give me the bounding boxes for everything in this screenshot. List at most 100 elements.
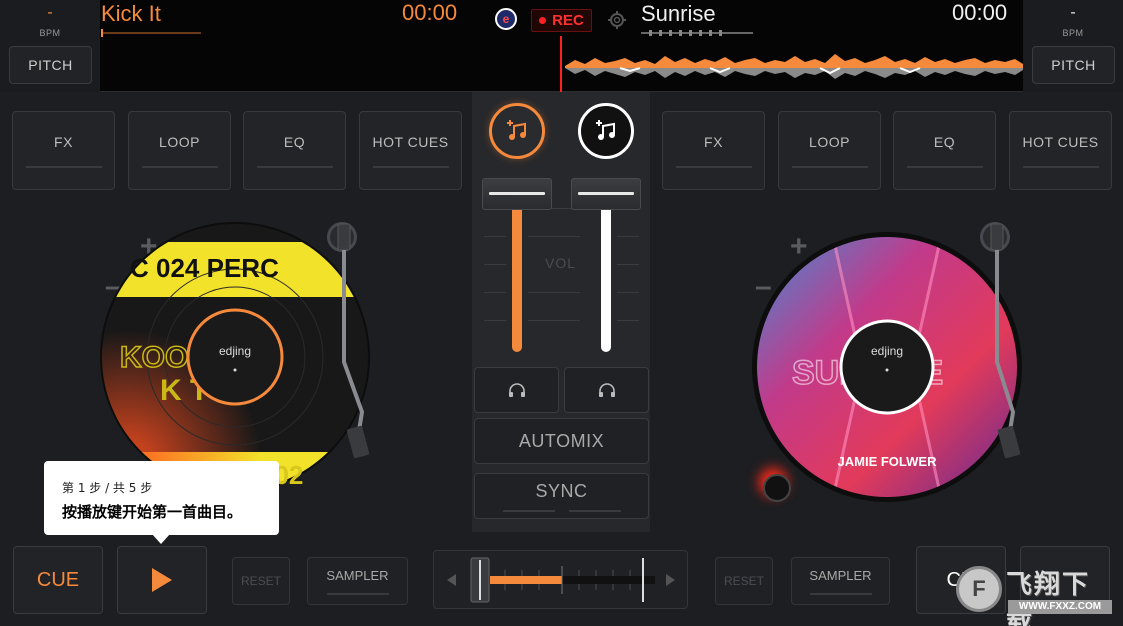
left-hot-cues-label: HOT CUES (372, 133, 449, 150)
fader-tick (617, 292, 639, 293)
sync-indicators (502, 509, 621, 512)
main-waveform[interactable] (560, 36, 1023, 92)
left-volume-fill (512, 192, 522, 352)
vol-label: VOL (545, 255, 577, 271)
fader-tick (484, 264, 506, 265)
tutorial-tooltip: 第 1 步 / 共 5 步 按播放键开始第一首曲目。 (44, 461, 279, 544)
rec-button[interactable]: REC (531, 9, 592, 32)
divider (326, 592, 389, 595)
divider (141, 165, 218, 168)
tooltip-step-text: 第 1 步 / 共 5 步 (62, 481, 153, 495)
rec-label: REC (552, 12, 584, 29)
left-sampler-button[interactable]: SAMPLER (307, 557, 408, 605)
right-volume-fader[interactable] (571, 178, 641, 210)
right-loop-button[interactable]: LOOP (778, 111, 881, 190)
right-hot-cues-label: HOT CUES (1022, 133, 1099, 150)
watermark-text: 飞翔下载 (1006, 570, 1091, 626)
divider (809, 592, 872, 595)
left-sampler-label: SAMPLER (326, 567, 389, 583)
left-track-time: 00:00 (402, 0, 458, 25)
right-add-track-button[interactable] (578, 103, 634, 159)
fader-tick (484, 292, 506, 293)
sync-label: SYNC (535, 480, 588, 501)
divider (25, 165, 102, 168)
fader-tick (617, 236, 639, 237)
gear-icon[interactable] (607, 10, 627, 30)
fader-tick (484, 236, 506, 237)
headphone-icon (508, 383, 525, 397)
automix-button[interactable]: AUTOMIX (474, 418, 649, 464)
fader-tick (528, 236, 580, 237)
left-track-title: Kick It (101, 1, 161, 26)
right-start-stop-knob[interactable] (763, 474, 791, 502)
right-track-title: Sunrise (641, 1, 716, 26)
right-bpm-label: BPM (1062, 28, 1084, 38)
divider (1022, 165, 1099, 168)
left-bpm-panel: - BPM PITCH (0, 0, 100, 92)
music-note-icon (507, 120, 526, 140)
left-headphone-button[interactable] (474, 367, 559, 413)
left-hot-cues-button[interactable]: HOT CUES (359, 111, 462, 190)
right-eq-button[interactable]: EQ (893, 111, 996, 190)
fader-tick (484, 320, 506, 321)
fader-tick (617, 320, 639, 321)
right-hot-cues-button[interactable]: HOT CUES (1009, 111, 1112, 190)
right-sampler-button[interactable]: SAMPLER (791, 557, 890, 605)
fader-tick (528, 320, 580, 321)
right-tonearm[interactable] (975, 222, 1023, 472)
headphone-icon (598, 383, 615, 397)
divider (256, 165, 333, 168)
edjing-e-icon[interactable]: e (495, 8, 517, 30)
crossfader[interactable] (443, 556, 679, 604)
left-fx-button[interactable]: FX (12, 111, 115, 190)
left-mini-waveform[interactable] (101, 29, 201, 37)
right-loop-label: LOOP (809, 133, 850, 150)
right-fx-button[interactable]: FX (662, 111, 765, 190)
right-reset-button[interactable]: RESET (715, 557, 773, 605)
right-volume-fill (601, 192, 611, 352)
left-eq-label: EQ (283, 133, 306, 150)
watermark-url: WWW.FXXZ.COM (1008, 600, 1112, 614)
right-eq-label: EQ (933, 133, 956, 150)
left-pitch-button[interactable]: PITCH (9, 46, 92, 84)
divider (906, 165, 983, 168)
right-bpm-panel: - BPM PITCH (1023, 0, 1123, 92)
right-headphone-button[interactable] (564, 367, 649, 413)
fader-tick (617, 264, 639, 265)
left-loop-button[interactable]: LOOP (128, 111, 231, 190)
left-fx-label: FX (54, 133, 73, 150)
left-bpm-value: - (47, 4, 53, 21)
fader-tick (528, 292, 580, 293)
left-add-track-button[interactable] (489, 103, 545, 159)
crossfader-right-arrow-icon (666, 574, 675, 586)
right-record-brand: edjing (871, 344, 903, 358)
left-bpm-label: BPM (39, 28, 61, 38)
left-reset-button[interactable]: RESET (232, 557, 290, 605)
right-fx-label: FX (704, 133, 723, 150)
left-record-top-text: C 024 PERC (130, 253, 279, 283)
mixer-panel (472, 92, 650, 532)
left-play-button[interactable] (117, 546, 207, 614)
crossfader-left-arrow-icon (447, 574, 456, 586)
divider (791, 165, 868, 168)
left-eq-button[interactable]: EQ (243, 111, 346, 190)
tooltip-message: 按播放键开始第一首曲目。 (62, 503, 243, 521)
divider (372, 165, 449, 168)
music-note-icon (596, 120, 615, 140)
left-cue-button[interactable]: CUE (13, 546, 103, 614)
right-record-artist: JAMIE FOLWER (838, 454, 938, 469)
left-volume-fader[interactable] (482, 178, 552, 210)
right-track-time: 00:00 (952, 0, 1008, 25)
left-record-brand: edjing (219, 344, 251, 358)
left-loop-label: LOOP (159, 133, 200, 150)
rec-dot-icon (539, 17, 547, 24)
left-tonearm[interactable] (322, 222, 370, 472)
divider (675, 165, 752, 168)
watermark-logo-icon: F (956, 566, 1002, 612)
play-icon (152, 568, 172, 592)
right-sampler-label: SAMPLER (809, 567, 872, 583)
watermark: F 飞翔下载 WWW.FXXZ.COM (956, 564, 1114, 626)
sync-button[interactable]: SYNC (474, 473, 649, 519)
right-pitch-button[interactable]: PITCH (1032, 46, 1115, 84)
right-bpm-value: - (1070, 4, 1076, 21)
